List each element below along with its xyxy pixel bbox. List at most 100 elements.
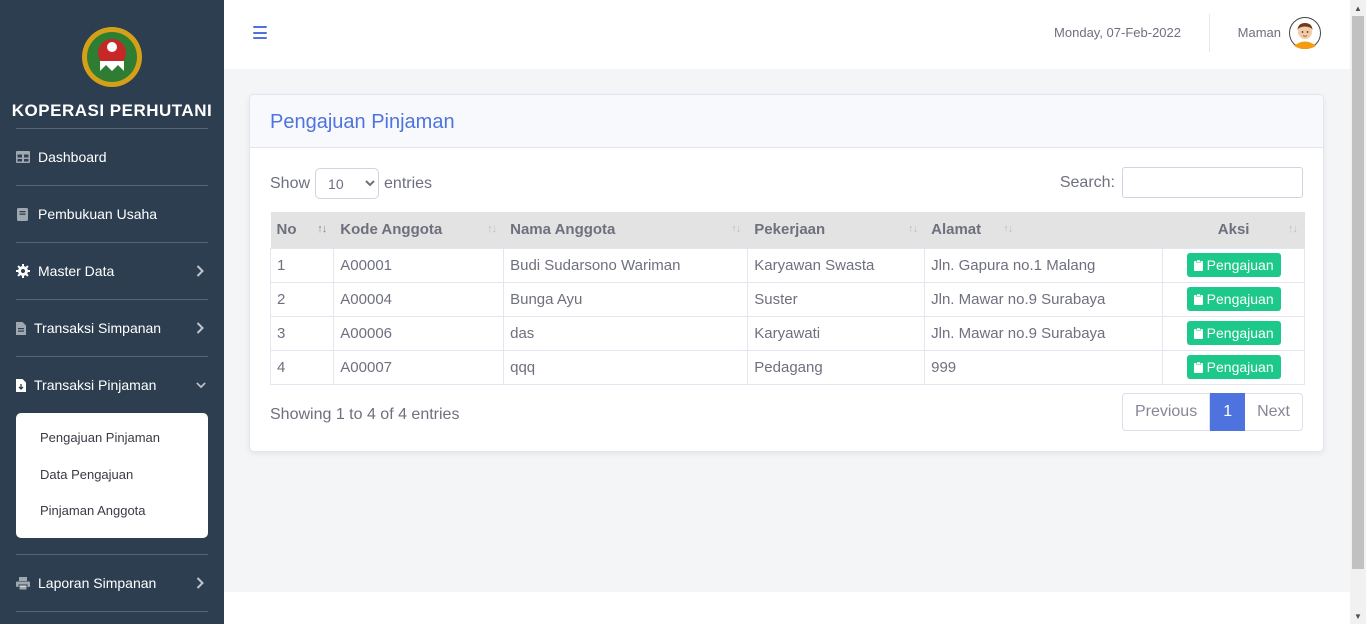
- sort-asc-icon: ↑↓: [317, 223, 327, 235]
- page-1-button[interactable]: 1: [1210, 393, 1246, 431]
- sidebar-item-label: Transaksi Pinjaman: [34, 377, 157, 393]
- card-header: Pengajuan Pinjaman: [250, 95, 1323, 148]
- chevron-right-icon: [196, 576, 206, 590]
- user-name[interactable]: Maman: [1238, 25, 1281, 40]
- entries-select[interactable]: 10: [315, 168, 380, 199]
- pengajuan-button-label: Pengajuan: [1206, 325, 1274, 341]
- sidebar-item-label: Master Data: [38, 263, 115, 279]
- cell-nama-anggota: Budi Sudarsono Wariman: [503, 247, 749, 283]
- pengajuan-button[interactable]: Pengajuan: [1186, 321, 1281, 345]
- cell-no: 3: [269, 315, 335, 351]
- cell-kode-anggota: A00004: [333, 281, 505, 317]
- submenu-item-pengajuan-pinjaman[interactable]: Pengajuan Pinjaman: [16, 423, 208, 460]
- brand: KOPERASI PERHUTANI: [0, 0, 224, 128]
- pagination: Previous 1 Next: [1121, 393, 1303, 431]
- pengajuan-table: No ↑↓ Kode Anggota ↑↓ Nama Anggota ↑↓ Peker…: [269, 212, 1305, 385]
- chevron-right-icon: [196, 264, 206, 278]
- show-label: Show: [270, 174, 311, 192]
- column-header-pekerjaan[interactable]: Pekerjaan ↑↓: [747, 212, 926, 248]
- clipboard-icon: [1193, 259, 1203, 271]
- pengajuan-button-label: Pengajuan: [1206, 257, 1274, 273]
- gear-icon: [16, 264, 30, 278]
- user-avatar-icon[interactable]: [1289, 17, 1321, 49]
- sidebar-item-label: Dashboard: [38, 149, 107, 165]
- file-icon: [16, 321, 26, 335]
- sidebar-item-pembukuan-usaha[interactable]: Pembukuan Usaha: [0, 186, 224, 242]
- cell-kode-anggota: A00007: [333, 349, 505, 385]
- scrollbar-thumb[interactable]: [1352, 16, 1364, 569]
- sidebar-item-label: Laporan Simpanan: [38, 575, 157, 591]
- cell-pekerjaan: Suster: [747, 281, 926, 317]
- sidebar-divider: [16, 611, 208, 612]
- sort-icon: ↑↓: [731, 223, 741, 235]
- cell-pekerjaan: Karyawati: [747, 315, 926, 351]
- cell-alamat: Jln. Mawar no.9 Surabaya: [924, 315, 1164, 351]
- file-download-icon: [16, 378, 26, 392]
- sidebar-toggle-icon[interactable]: [253, 26, 267, 39]
- chevron-down-icon: [196, 378, 206, 392]
- table-row: 3 A00006 das Karyawati Jln. Mawar no.9 S…: [269, 315, 1305, 351]
- column-header-kode-anggota[interactable]: Kode Anggota ↑↓: [333, 212, 505, 248]
- entries-label: entries: [384, 174, 433, 192]
- transaksi-pinjaman-submenu: Pengajuan Pinjaman Data Pengajuan Pinjam…: [16, 413, 208, 538]
- brand-name: KOPERASI PERHUTANI: [11, 101, 213, 120]
- entries-length-control: Show 10 entries: [270, 168, 432, 199]
- cell-aksi: Pengajuan: [1162, 247, 1305, 283]
- cell-no: 1: [269, 247, 335, 283]
- column-header-nama-anggota[interactable]: Nama Anggota ↑↓: [503, 212, 749, 248]
- cell-kode-anggota: A00006: [333, 315, 505, 351]
- table-row: 2 A00004 Bunga Ayu Suster Jln. Mawar no.…: [269, 281, 1305, 317]
- sidebar-item-master-data[interactable]: Master Data: [0, 243, 224, 299]
- clipboard-icon: [1193, 327, 1203, 339]
- search-input[interactable]: [1122, 167, 1303, 198]
- cell-nama-anggota: qqq: [503, 349, 749, 385]
- pengajuan-button-label: Pengajuan: [1206, 359, 1274, 375]
- cell-nama-anggota: Bunga Ayu: [503, 281, 749, 317]
- current-date: Monday, 07-Feb-2022: [1054, 25, 1181, 40]
- pengajuan-button[interactable]: Pengajuan: [1186, 253, 1281, 277]
- printer-icon: [16, 576, 30, 590]
- sidebar-item-laporan-simpanan[interactable]: Laporan Simpanan: [0, 555, 224, 611]
- table-icon: [16, 150, 30, 164]
- topbar-divider: [1209, 14, 1210, 52]
- search-label: Search:: [1059, 173, 1115, 191]
- cell-pekerjaan: Pedagang: [747, 349, 926, 385]
- cell-alamat: Jln. Mawar no.9 Surabaya: [924, 281, 1164, 317]
- sort-icon: ↑↓: [487, 223, 497, 235]
- koperasi-logo-icon[interactable]: [80, 25, 144, 89]
- pengajuan-button[interactable]: Pengajuan: [1186, 287, 1281, 311]
- topbar: Monday, 07-Feb-2022 Maman: [224, 0, 1350, 69]
- cell-pekerjaan: Karyawan Swasta: [747, 247, 926, 283]
- cell-alamat: 999: [924, 349, 1164, 385]
- sidebar-item-transaksi-pinjaman[interactable]: Transaksi Pinjaman: [0, 357, 224, 413]
- clipboard-icon: [1193, 361, 1203, 373]
- page-scrollbar[interactable]: ▲ ▼: [1350, 0, 1366, 624]
- chevron-right-icon: [196, 321, 206, 335]
- next-page-button[interactable]: Next: [1245, 393, 1303, 431]
- sort-icon: ↑↓: [908, 223, 918, 235]
- cell-no: 2: [269, 281, 335, 317]
- submenu-item-data-pengajuan[interactable]: Data Pengajuan: [16, 460, 208, 497]
- pengajuan-button[interactable]: Pengajuan: [1186, 355, 1281, 379]
- sidebar-item-transaksi-simpanan[interactable]: Transaksi Simpanan: [0, 300, 224, 356]
- scroll-up-icon[interactable]: ▲: [1350, 0, 1366, 16]
- table-info: Showing 1 to 4 of 4 entries: [270, 406, 460, 423]
- table-header-row: No ↑↓ Kode Anggota ↑↓ Nama Anggota ↑↓ Peker…: [270, 212, 1305, 248]
- previous-page-button[interactable]: Previous: [1121, 393, 1211, 431]
- book-icon: [16, 207, 30, 221]
- cell-kode-anggota: A00001: [333, 247, 505, 283]
- column-header-aksi[interactable]: Aksi ↑↓: [1162, 212, 1305, 248]
- submenu-item-pinjaman-anggota[interactable]: Pinjaman Anggota: [16, 496, 208, 533]
- scroll-down-icon[interactable]: ▼: [1350, 608, 1366, 624]
- pengajuan-card: Pengajuan Pinjaman Show 10 entries Searc…: [249, 94, 1324, 452]
- cell-aksi: Pengajuan: [1162, 349, 1305, 385]
- pengajuan-button-label: Pengajuan: [1206, 291, 1274, 307]
- cell-aksi: Pengajuan: [1162, 315, 1305, 351]
- cell-nama-anggota: das: [503, 315, 749, 351]
- sidebar-item-label: Pembukuan Usaha: [38, 206, 158, 222]
- column-header-alamat[interactable]: Alamat ↑↓: [924, 212, 1164, 248]
- cell-no: 4: [269, 349, 335, 385]
- sidebar-item-dashboard[interactable]: Dashboard: [0, 129, 224, 185]
- table-row: 4 A00007 qqq Pedagang 999 Pengajuan: [269, 349, 1305, 385]
- column-header-no[interactable]: No ↑↓: [270, 212, 335, 248]
